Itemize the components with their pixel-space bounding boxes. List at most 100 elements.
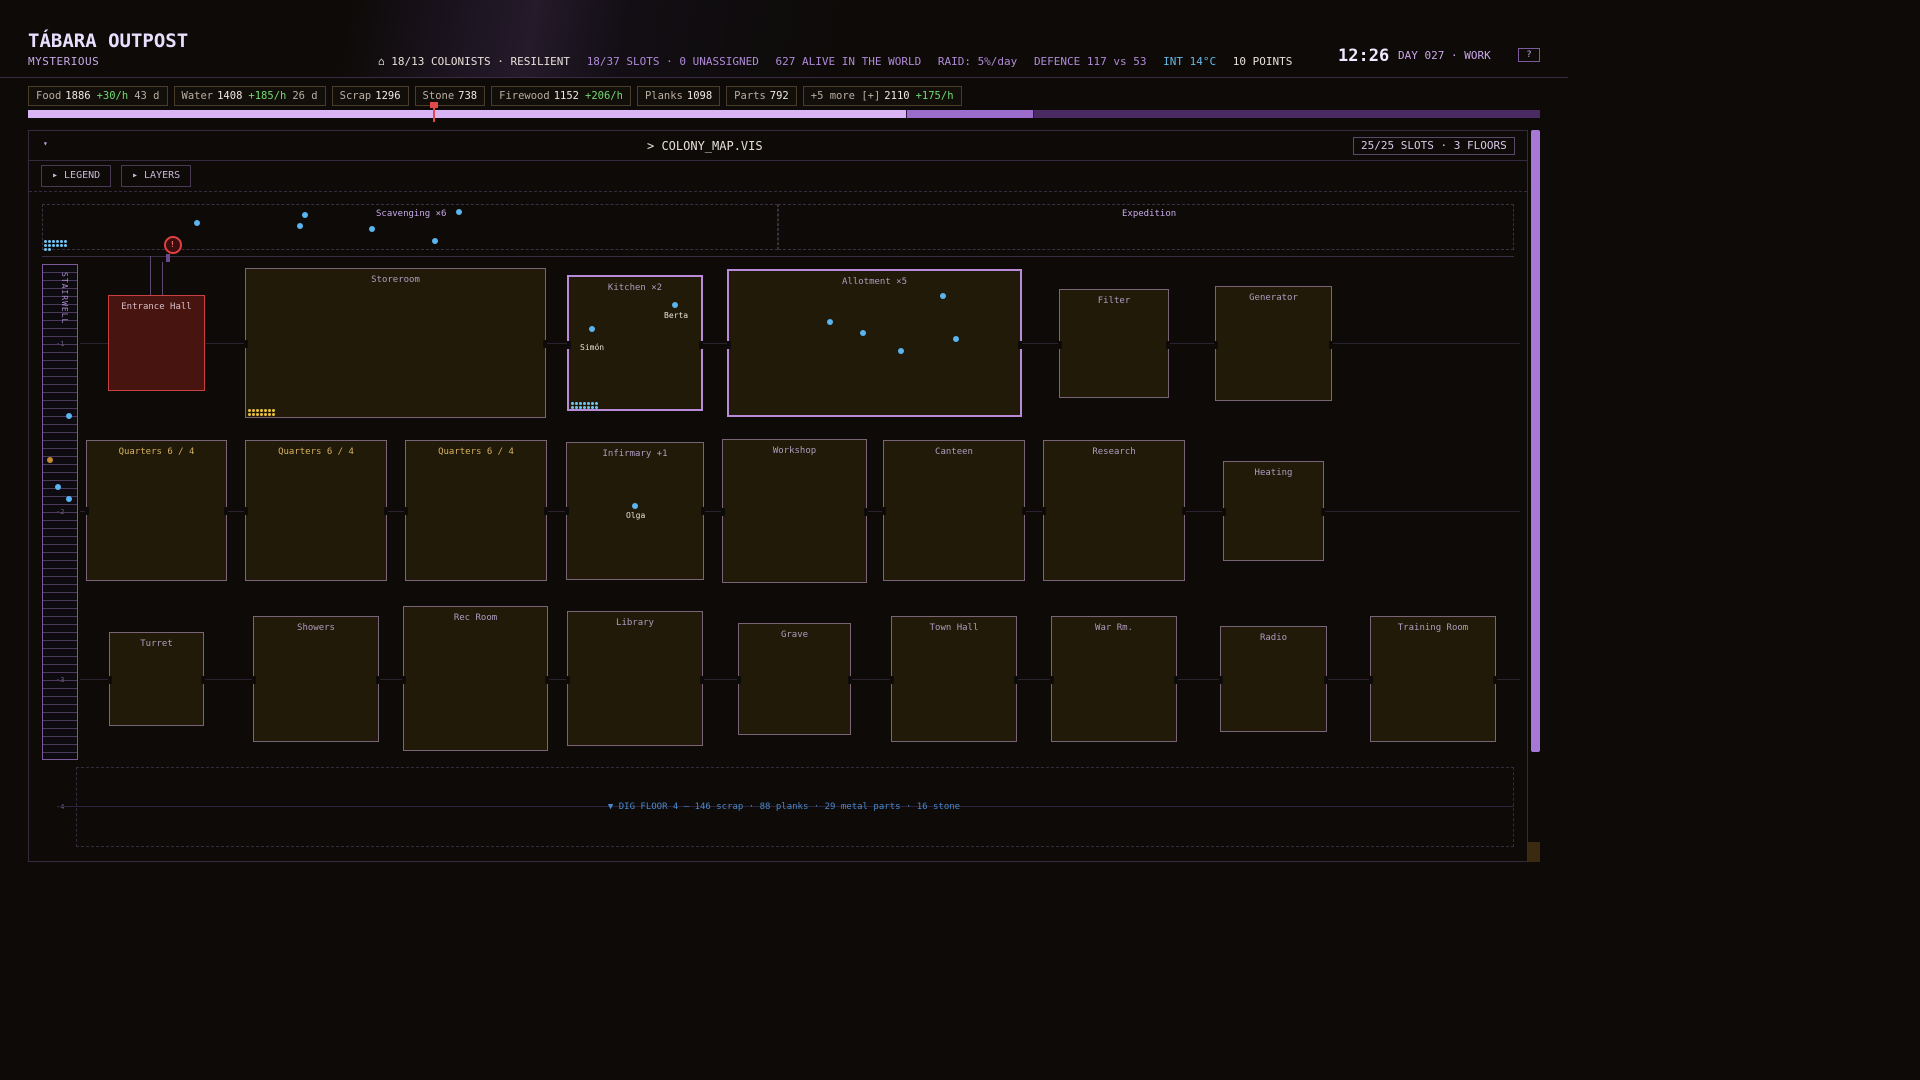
door-gap: [1022, 507, 1026, 515]
room-entrance-hall[interactable]: Entrance Hall: [108, 295, 205, 391]
toolbar-divider: [29, 191, 1527, 192]
surface-scavenging-zone[interactable]: Scavenging ×6: [42, 204, 778, 250]
room-filter[interactable]: Filter: [1058, 289, 1170, 398]
day-timeline[interactable]: [28, 110, 1540, 118]
resource-pip: [591, 402, 594, 405]
room-quarters[interactable]: Quarters 6 / 4: [244, 440, 388, 581]
room-quarters[interactable]: Quarters 6 / 4: [85, 440, 228, 581]
colonist-dot[interactable]: [827, 319, 833, 325]
door-gap: [85, 507, 89, 515]
room-label: Heating: [1254, 468, 1293, 478]
map-titlebar: ▾ > COLONY_MAP.VIS 25/25 SLOTS · 3 FLOOR…: [29, 131, 1527, 161]
dig-floor-button[interactable]: ▼ DIG FLOOR 4 — 146 scrap · 88 planks · …: [0, 802, 1568, 812]
colonist-dot-injured[interactable]: [47, 457, 53, 463]
door-gap: [566, 676, 570, 684]
room-showers[interactable]: Showers: [252, 616, 380, 742]
room-training-room[interactable]: Training Room: [1369, 616, 1497, 742]
room-quarters[interactable]: Quarters 6 / 4: [404, 440, 548, 581]
resource-name: Firewood: [499, 90, 550, 102]
resource-chip[interactable]: Firewood 1152 +206/h: [491, 86, 631, 106]
map-scrollbar[interactable]: [1531, 130, 1540, 752]
floor-number: -1: [56, 340, 65, 348]
colonist-dot[interactable]: [632, 503, 638, 509]
surface-expedition-zone[interactable]: Expedition: [778, 204, 1514, 250]
room-heating[interactable]: Heating: [1222, 461, 1325, 561]
room-canteen[interactable]: Canteen: [882, 440, 1026, 581]
resource-name: +5 more [+]: [810, 90, 881, 102]
door-gap: [376, 676, 380, 684]
resource-amount: 1098: [686, 90, 713, 102]
room-label: Rec Room: [453, 613, 498, 623]
resource-pip: [52, 240, 55, 243]
room-label: Storeroom: [371, 275, 420, 285]
scavenger-dot[interactable]: [456, 209, 462, 215]
storage-pips: [248, 409, 276, 416]
resource-amount: 738: [458, 90, 478, 102]
status-line: ⌂ 18/13 COLONISTS · RESILIENT 18/37 SLOT…: [378, 55, 1302, 68]
room-allotment[interactable]: Allotment ×5: [727, 269, 1022, 417]
resource-pip: [264, 409, 267, 412]
colonist-dot[interactable]: [940, 293, 946, 299]
door-gap: [1014, 676, 1018, 684]
legend-button[interactable]: ▸ LEGEND: [41, 165, 112, 187]
door-gap: [1324, 676, 1328, 684]
resource-pip: [44, 248, 47, 251]
room-workshop[interactable]: Workshop: [721, 439, 868, 583]
resource-chip[interactable]: Water 1408 +185/h 26 d: [173, 86, 326, 106]
resource-chip[interactable]: Planks 1098: [636, 86, 721, 106]
room-research[interactable]: Research: [1042, 440, 1186, 581]
collapse-icon[interactable]: ▾: [43, 139, 48, 148]
colonist-dot[interactable]: [672, 302, 678, 308]
door-gap: [721, 508, 725, 516]
resource-pip: [268, 409, 271, 412]
scavenger-dot[interactable]: [194, 220, 200, 226]
room-turret[interactable]: Turret: [108, 632, 205, 726]
scavenger-dot[interactable]: [369, 226, 375, 232]
colonist-dot[interactable]: [898, 348, 904, 354]
scavenger-dot[interactable]: [432, 238, 438, 244]
room-generator[interactable]: Generator: [1214, 286, 1333, 401]
resource-chip[interactable]: Food 1886 +30/h 43 d: [28, 86, 168, 106]
door-gap: [1321, 508, 1325, 516]
colonist-dot[interactable]: [589, 326, 595, 332]
door-gap: [1493, 676, 1497, 684]
scavenger-dot[interactable]: [297, 223, 303, 229]
room-rec-room[interactable]: Rec Room: [402, 606, 549, 751]
door-gap: [848, 676, 852, 684]
resource-name: Scrap: [339, 90, 372, 102]
room-storeroom[interactable]: Storeroom: [244, 268, 547, 418]
resource-chip[interactable]: +5 more [+] 2110 +175/h: [802, 86, 962, 106]
help-button[interactable]: ?: [1518, 48, 1540, 62]
resource-pip: [44, 244, 47, 247]
expedition-label: Expedition: [1122, 209, 1177, 219]
door-gap: [384, 507, 388, 515]
colony-trait: MYSTERIOUS: [28, 55, 100, 68]
resource-amount: 1152: [553, 90, 579, 102]
door-gap: [701, 507, 705, 515]
room-war-room[interactable]: War Rm.: [1050, 616, 1178, 742]
colonist-dot[interactable]: [55, 484, 61, 490]
resource-chip[interactable]: Parts 792: [726, 86, 797, 106]
room-label: Radio: [1259, 633, 1288, 643]
layers-button[interactable]: ▸ LAYERS: [121, 165, 192, 187]
room-label: Research: [1092, 447, 1136, 457]
resource-chip[interactable]: Stone 738: [414, 86, 486, 106]
door-gap: [565, 507, 569, 515]
raid-alert-icon[interactable]: !: [164, 236, 182, 254]
colonist-dot[interactable]: [66, 413, 72, 419]
door-gap: [244, 507, 248, 515]
game-clock: 12:26: [1338, 46, 1390, 66]
room-grave[interactable]: Grave: [737, 623, 852, 735]
room-radio[interactable]: Radio: [1219, 626, 1328, 732]
colonist-dot[interactable]: [860, 330, 866, 336]
colonist-dot[interactable]: [953, 336, 959, 342]
colonist-name: Berta: [664, 311, 689, 320]
scavenger-dot[interactable]: [302, 212, 308, 218]
resource-chip[interactable]: Scrap 1296: [331, 86, 409, 106]
room-library[interactable]: Library: [566, 611, 704, 746]
room-label: Filter: [1097, 296, 1131, 306]
colonist-dot[interactable]: [66, 496, 72, 502]
resource-days-left: 43 d: [134, 90, 160, 102]
resource-name: Food: [36, 90, 62, 102]
room-town-hall[interactable]: Town Hall: [890, 616, 1018, 742]
